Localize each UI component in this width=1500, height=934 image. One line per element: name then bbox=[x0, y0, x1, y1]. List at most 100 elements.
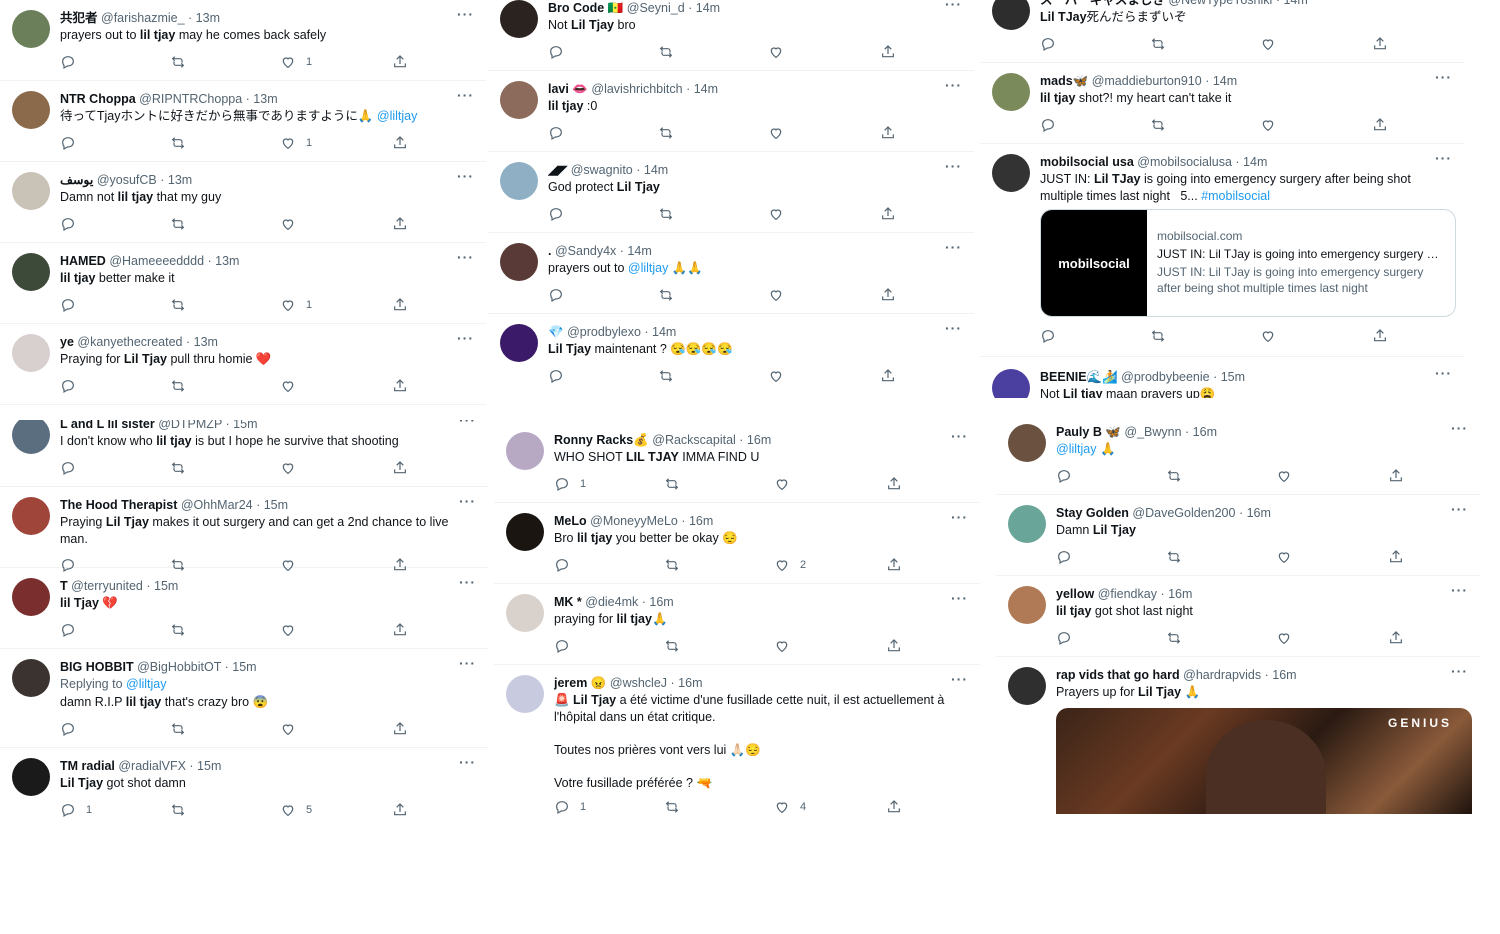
share-button[interactable] bbox=[880, 205, 896, 223]
share-button[interactable] bbox=[886, 556, 902, 574]
avatar[interactable] bbox=[12, 253, 50, 291]
share-button[interactable] bbox=[880, 43, 896, 61]
avatar[interactable] bbox=[506, 513, 544, 551]
handle[interactable]: @OhhMar24 bbox=[181, 498, 253, 512]
share-button[interactable] bbox=[392, 134, 408, 152]
retweet-button[interactable] bbox=[1166, 548, 1182, 566]
retweet-button[interactable] bbox=[664, 798, 680, 816]
retweet-button[interactable] bbox=[1150, 116, 1166, 134]
tweet[interactable]: BIG HOBBIT @BigHobbitOT · 15m ··· Replying… bbox=[0, 649, 488, 748]
retweet-button[interactable] bbox=[664, 475, 680, 493]
reply-button[interactable] bbox=[60, 621, 76, 639]
display-name[interactable]: NTR Choppa bbox=[60, 92, 136, 106]
share-button[interactable] bbox=[392, 215, 408, 233]
timestamp[interactable]: · 14m bbox=[636, 163, 668, 177]
share-button[interactable] bbox=[392, 296, 408, 314]
avatar[interactable] bbox=[992, 73, 1030, 111]
tweet[interactable]: 共犯者 @farishazmie_ · 13m ··· prayers out to… bbox=[0, 0, 486, 81]
retweet-button[interactable] bbox=[170, 296, 186, 314]
display-name[interactable]: BEENIE🌊🏄 bbox=[1040, 370, 1118, 384]
handle[interactable]: @maddieburton910 bbox=[1092, 74, 1202, 88]
handle[interactable]: @farishazmie_ bbox=[101, 11, 185, 25]
timestamp[interactable]: · 15m bbox=[189, 759, 221, 773]
more-options-icon[interactable]: ··· bbox=[457, 168, 474, 184]
link-preview-card[interactable]: mobilsocial mobilsocial.com JUST IN: Lil T… bbox=[1040, 209, 1456, 317]
like-button[interactable] bbox=[1276, 548, 1292, 566]
reply-button[interactable]: 1 bbox=[60, 801, 92, 819]
tweet[interactable]: . @Sandy4x · 14m ··· prayers out to @liltj… bbox=[488, 233, 974, 314]
timestamp[interactable]: · 15m bbox=[226, 420, 258, 431]
avatar[interactable] bbox=[506, 594, 544, 632]
reply-button[interactable] bbox=[548, 205, 564, 223]
timestamp[interactable]: · 13m bbox=[208, 254, 240, 268]
retweet-button[interactable] bbox=[1166, 467, 1182, 485]
handle[interactable]: @prodbybeenie bbox=[1121, 370, 1209, 384]
retweet-button[interactable] bbox=[658, 43, 674, 61]
handle[interactable]: @prodbylexo bbox=[567, 325, 641, 339]
timestamp[interactable]: · 13m bbox=[160, 173, 192, 187]
handle[interactable]: @_Bwynn bbox=[1124, 425, 1181, 439]
more-options-icon[interactable]: ··· bbox=[951, 671, 968, 687]
display-name[interactable]: MeLo bbox=[554, 514, 587, 528]
like-button[interactable]: 1 bbox=[280, 134, 312, 152]
handle[interactable]: @wshcleJ bbox=[610, 676, 667, 690]
timestamp[interactable]: · 16m bbox=[1265, 668, 1297, 682]
retweet-button[interactable] bbox=[658, 367, 674, 385]
handle[interactable]: @radialVFX bbox=[118, 759, 186, 773]
like-button[interactable] bbox=[280, 459, 296, 477]
tweet[interactable]: スーパーギャスましき @NewTypeYoshiki · 14m···Lil T… bbox=[980, 0, 1464, 63]
display-name[interactable]: The Hood Therapist bbox=[60, 498, 177, 512]
more-options-icon[interactable]: ··· bbox=[459, 754, 476, 770]
more-options-icon[interactable]: ··· bbox=[945, 239, 962, 255]
handle[interactable]: @Sandy4x bbox=[555, 244, 616, 258]
reply-button[interactable] bbox=[554, 637, 570, 655]
share-button[interactable] bbox=[392, 621, 408, 639]
tweet[interactable]: T @terryunited · 15m ··· lil Tjay 💔 bbox=[0, 568, 488, 649]
handle[interactable]: @Seyni_d bbox=[627, 1, 685, 15]
retweet-button[interactable] bbox=[1166, 629, 1182, 647]
avatar[interactable] bbox=[12, 172, 50, 210]
like-button[interactable] bbox=[774, 475, 790, 493]
reply-button[interactable] bbox=[1040, 35, 1056, 53]
display-name[interactable]: ◢◤ bbox=[548, 163, 567, 177]
handle[interactable]: @mobilsocialusa bbox=[1137, 155, 1232, 169]
display-name[interactable]: TM radial bbox=[60, 759, 115, 773]
tweet[interactable]: Pauly B 🦋 @_Bwynn · 16m ··· @liltjay 🙏 bbox=[996, 414, 1480, 495]
reply-button[interactable] bbox=[1040, 327, 1056, 345]
like-button[interactable] bbox=[1276, 467, 1292, 485]
tweet[interactable]: Stay Golden @DaveGolden200 · 16m ··· Damn … bbox=[996, 495, 1480, 576]
reply-button[interactable] bbox=[60, 720, 76, 738]
tweet[interactable]: Ronny Racks💰 @Rackscapital · 16m ··· WHO S… bbox=[494, 432, 980, 503]
display-name[interactable]: yellow bbox=[1056, 587, 1094, 601]
tweet[interactable]: jerem 😠 @wshcleJ · 16m ··· 🚨 Lil Tjay a ét… bbox=[494, 665, 980, 825]
retweet-button[interactable] bbox=[170, 134, 186, 152]
retweet-button[interactable] bbox=[170, 53, 186, 71]
display-name[interactable]: HAMED bbox=[60, 254, 106, 268]
retweet-button[interactable] bbox=[170, 215, 186, 233]
handle[interactable]: @Hameeeedddd bbox=[109, 254, 204, 268]
reply-button[interactable] bbox=[548, 367, 564, 385]
avatar[interactable] bbox=[12, 497, 50, 535]
tweet-link[interactable]: #mobilsocial bbox=[1201, 189, 1270, 203]
avatar[interactable] bbox=[12, 91, 50, 129]
display-name[interactable]: lavi 👄 bbox=[548, 82, 588, 96]
more-options-icon[interactable]: ··· bbox=[1435, 0, 1452, 4]
more-options-icon[interactable]: ··· bbox=[951, 509, 968, 525]
handle[interactable]: @swagnito bbox=[571, 163, 633, 177]
share-button[interactable] bbox=[880, 124, 896, 142]
timestamp[interactable]: · 13m bbox=[188, 11, 220, 25]
share-button[interactable] bbox=[1388, 548, 1404, 566]
display-name[interactable]: يوسف bbox=[60, 173, 93, 187]
tweet[interactable]: Bro Code 🇸🇳 @Seyni_d · 14m ··· Not Lil Tja… bbox=[488, 0, 974, 71]
tweet[interactable]: 💎 @prodbylexo · 14m ··· Lil Tjay maintenan… bbox=[488, 314, 974, 394]
reply-button[interactable] bbox=[60, 134, 76, 152]
avatar[interactable] bbox=[12, 578, 50, 616]
display-name[interactable]: BIG HOBBIT bbox=[60, 660, 134, 674]
like-button[interactable] bbox=[1260, 116, 1276, 134]
like-button[interactable] bbox=[280, 621, 296, 639]
more-options-icon[interactable]: ··· bbox=[951, 590, 968, 606]
share-button[interactable] bbox=[1388, 467, 1404, 485]
tweet[interactable]: L and L lil sister @DTPMZP · 15m ··· I don… bbox=[0, 420, 488, 487]
like-button[interactable]: 2 bbox=[774, 556, 806, 574]
timestamp[interactable]: · 15m bbox=[146, 579, 178, 593]
